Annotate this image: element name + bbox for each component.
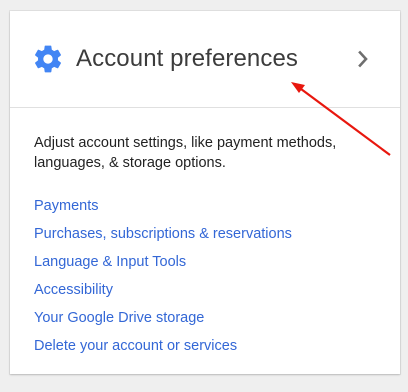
language-input-tools-link[interactable]: Language & Input Tools xyxy=(34,252,292,280)
preference-links: Payments Purchases, subscriptions & rese… xyxy=(34,196,292,364)
delete-account-link[interactable]: Delete your account or services xyxy=(34,336,292,364)
gear-icon xyxy=(35,45,61,73)
card-title: Account preferences xyxy=(76,45,299,72)
card-description: Adjust account settings, like payment me… xyxy=(34,135,337,171)
chevron-right-icon[interactable] xyxy=(351,47,375,71)
header-divider xyxy=(10,107,400,108)
accessibility-link[interactable]: Accessibility xyxy=(34,280,292,308)
account-preferences-card: Account preferences Adjust account setti… xyxy=(10,11,400,374)
payments-link[interactable]: Payments xyxy=(34,196,292,224)
purchases-subscriptions-link[interactable]: Purchases, subscriptions & reservations xyxy=(34,224,292,252)
account-preferences-header[interactable]: Account preferences xyxy=(10,11,400,107)
drive-storage-link[interactable]: Your Google Drive storage xyxy=(34,308,292,336)
